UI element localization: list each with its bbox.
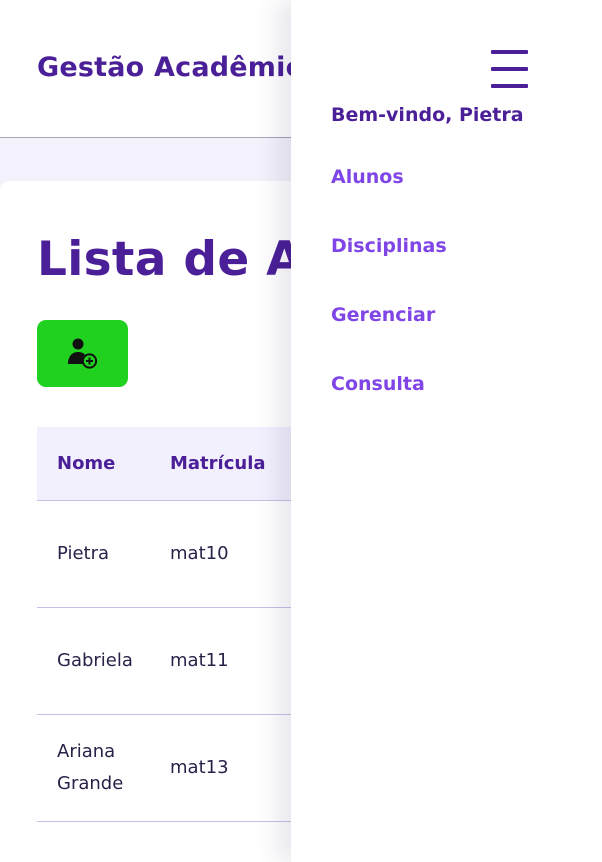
nav-item-gerenciar[interactable]: Gerenciar [331, 304, 435, 326]
nav-item-alunos[interactable]: Alunos [331, 166, 404, 188]
hamburger-bar [491, 84, 528, 88]
add-student-button[interactable] [37, 320, 128, 387]
hamburger-bar [491, 67, 528, 71]
nav-item-disciplinas[interactable]: Disciplinas [331, 235, 447, 257]
add-user-icon [67, 338, 97, 369]
page: Gestão Acadêmica Lista de Alunos Nome Ma… [0, 0, 602, 862]
student-name-cell: Ariana Grande [37, 714, 170, 822]
welcome-message: Bem-vindo, Pietra [331, 104, 524, 126]
menu-toggle-button[interactable] [489, 48, 531, 90]
app-title: Gestão Acadêmica [37, 52, 321, 83]
side-drawer: Bem-vindo, Pietra Alunos Disciplinas Ger… [291, 0, 602, 862]
nav-item-consulta[interactable]: Consulta [331, 373, 425, 395]
column-header-name: Nome [37, 427, 170, 501]
hamburger-bar [491, 50, 528, 54]
student-name-cell: Gabriela [37, 607, 170, 715]
student-name-cell: Pietra [37, 500, 170, 608]
